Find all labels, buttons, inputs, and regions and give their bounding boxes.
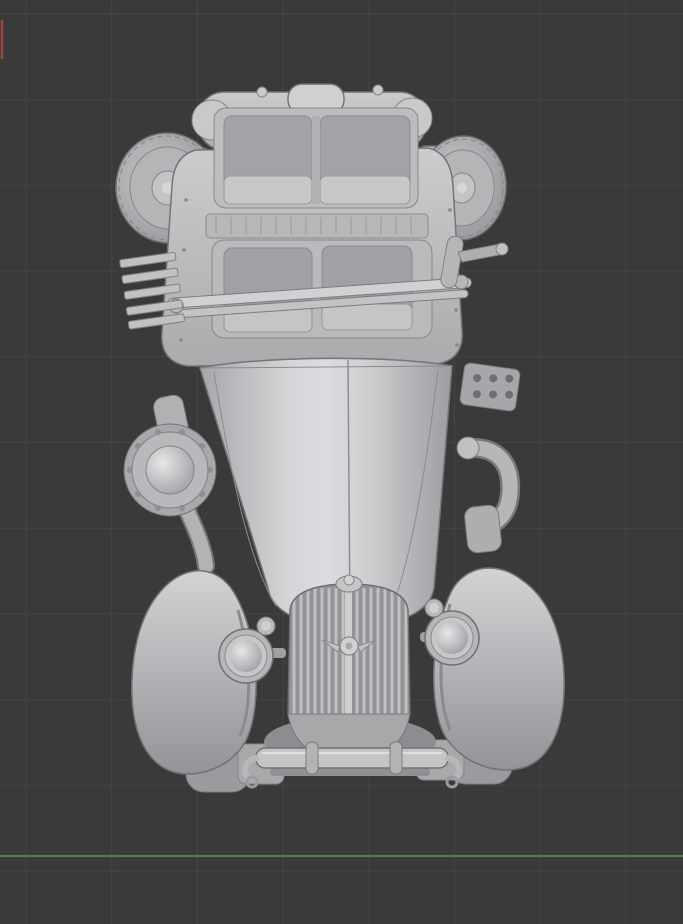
rear-seat-row (213, 107, 419, 209)
bumper-guard-right (389, 741, 403, 775)
bumper-guard-left (305, 741, 319, 775)
viewport[interactable] (0, 0, 683, 924)
radiator-grille (287, 574, 411, 762)
mid-panel (205, 213, 429, 239)
